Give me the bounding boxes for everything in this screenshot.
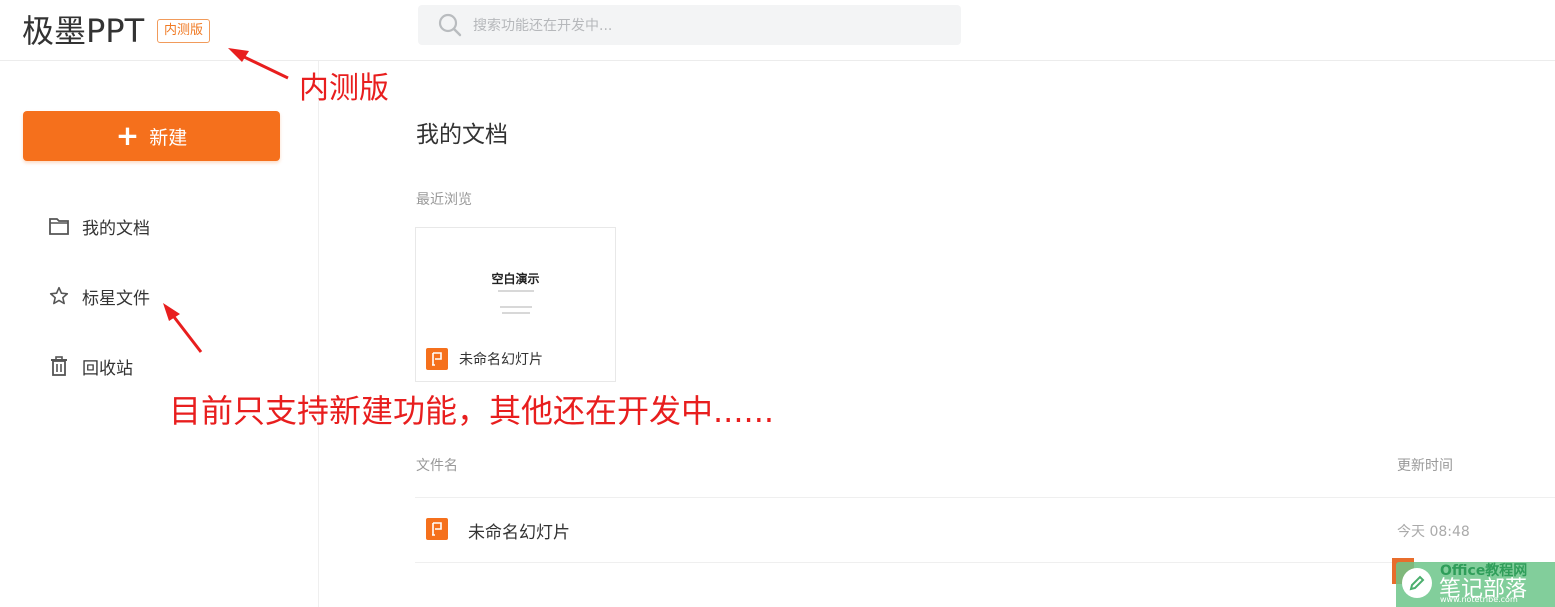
watermark-logo: Office教程网 笔记部落 www.notetribe.com [1392, 558, 1555, 607]
arrow-to-starred-icon [163, 303, 203, 353]
annotation-beta-note: 内测版 [299, 71, 389, 106]
annotation-main-note: 目前只支持新建功能，其他还在开发中...... [169, 392, 775, 430]
arrow-to-badge-icon [228, 48, 289, 80]
watermark-url: www.notetribe.com [1440, 595, 1518, 604]
annotation-arrows [163, 48, 289, 353]
pencil-icon [1402, 568, 1432, 598]
